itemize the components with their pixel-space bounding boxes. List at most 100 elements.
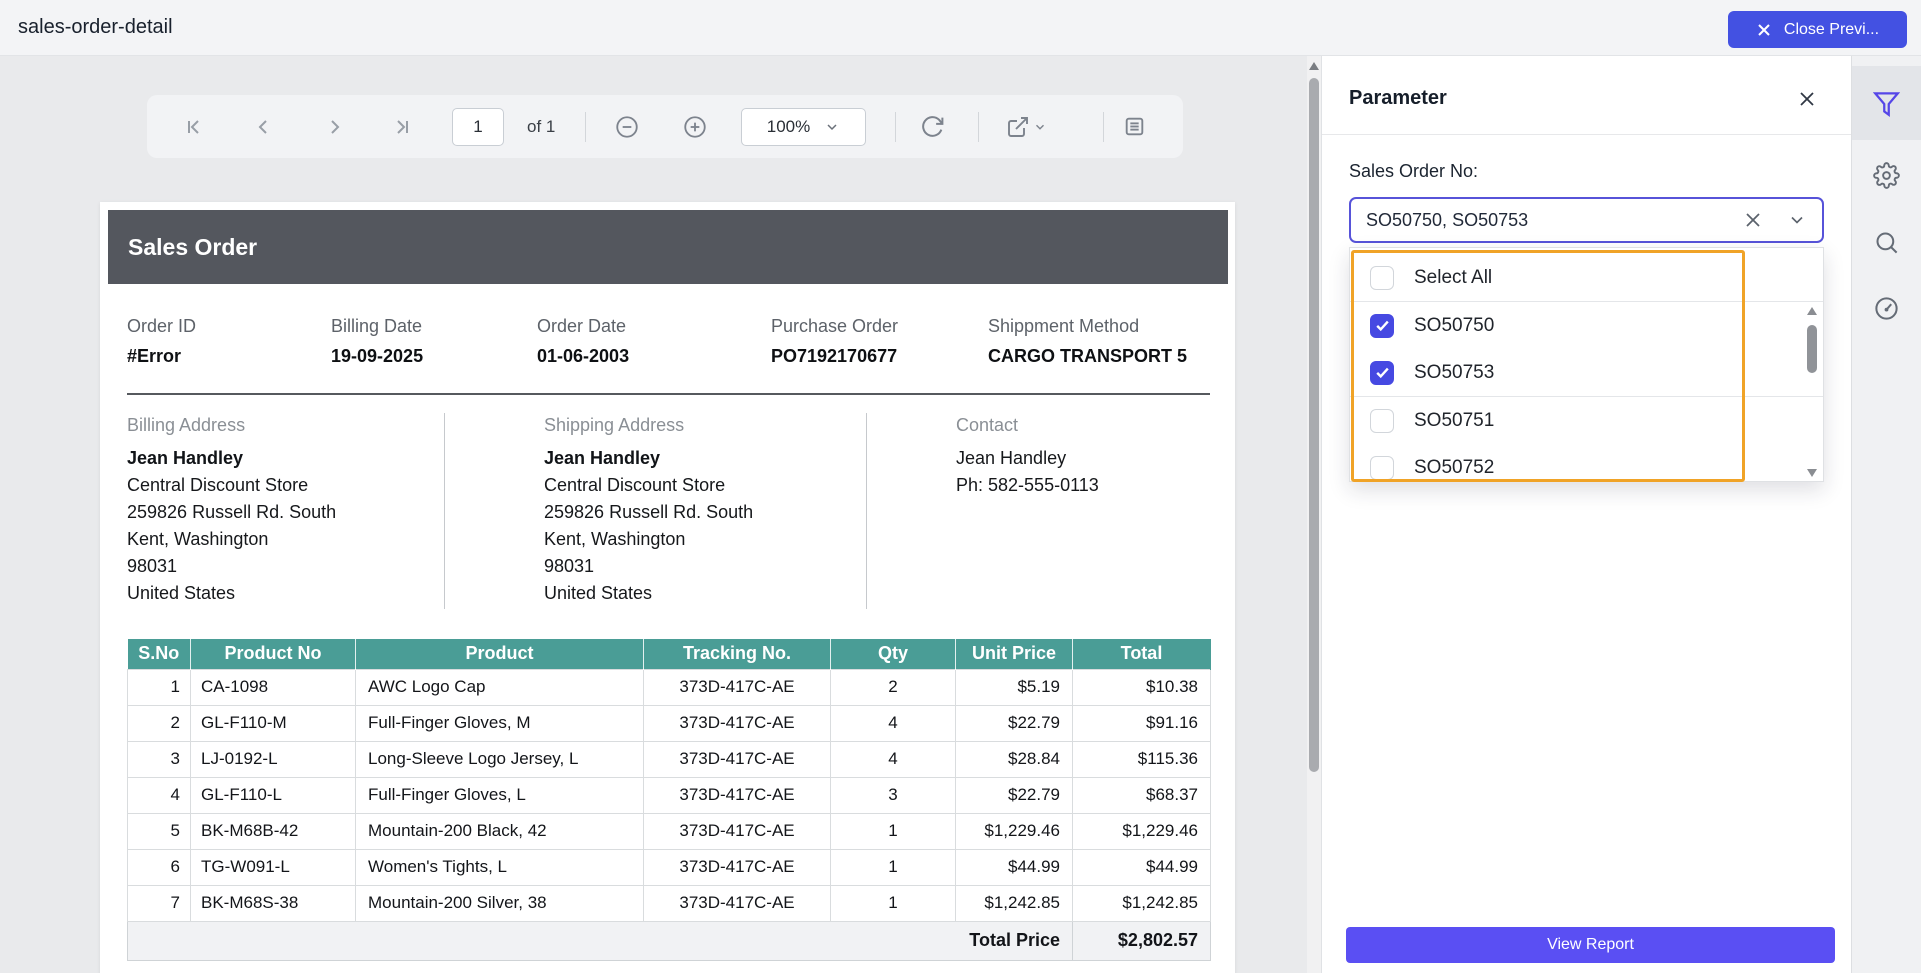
dropdown-scrollbar[interactable] [1805,301,1819,479]
dropdown-item-so50752[interactable]: SO50752 [1350,444,1823,481]
page-title: sales-order-detail [18,16,173,38]
report-toolbar: of 1 100% [147,95,1183,158]
top-bar: sales-order-detail Close Previ... [0,0,1921,56]
sales-order-no-input[interactable]: SO50750, SO50753 [1349,197,1824,243]
column-header: Product No [190,639,356,669]
table-cell: $44.99 [1072,848,1211,886]
table-cell: $68.37 [1072,776,1211,814]
address-line: United States [544,583,653,603]
table-cell: 1 [127,668,191,706]
report-scrollbar[interactable] [1307,56,1321,973]
last-page-icon[interactable] [389,114,415,140]
table-cell: 1 [830,812,956,850]
scrollbar-up-arrow-icon[interactable] [1309,62,1319,70]
refresh-icon[interactable] [919,114,945,140]
option-checkbox[interactable] [1370,408,1394,433]
meta-value: #Error [127,346,182,366]
table-cell: 7 [127,884,191,922]
dropdown-scroll-up-icon[interactable] [1807,307,1817,315]
table-cell: Full-Finger Gloves, M [355,704,644,742]
meta-order-id: Order ID #Error [127,316,331,367]
meta-label: Shippment Method [988,316,1140,336]
sales-order-no-value: SO50750, SO50753 [1366,209,1529,230]
table-cell: 373D-417C-AE [643,668,831,706]
table-header-row: S.No Product No Product Tracking No. Qty… [127,639,1211,669]
zoom-in-icon[interactable] [682,114,708,140]
next-page-icon[interactable] [321,114,347,140]
dropdown-caret-icon[interactable] [1784,207,1810,233]
table-cell: Full-Finger Gloves, L [355,776,644,814]
zoom-level-select[interactable]: 100% [741,108,866,146]
shipping-address-heading: Shipping Address [544,415,685,435]
parameters-filter-tab[interactable] [1852,66,1921,140]
chevron-down-icon [827,124,837,131]
clear-selection-icon[interactable] [1740,207,1766,233]
column-header: Product [355,639,644,669]
view-report-button[interactable]: View Report [1346,927,1835,963]
address-line: 259826 Russell Rd. South [127,502,337,522]
table-cell: TG-W091-L [190,848,356,886]
dropdown-item-so50750[interactable]: SO50750 [1350,302,1823,349]
zoom-out-icon[interactable] [614,114,640,140]
dropdown-list: Select All SO50750 SO50753 SO50751 SO507… [1350,248,1823,481]
main-area: of 1 100% [0,56,1921,973]
table-cell: 373D-417C-AE [643,704,831,742]
table-cell: 4 [830,704,956,742]
toolbar-divider [1103,112,1104,142]
export-icon[interactable] [1005,114,1031,140]
dropdown-item-so50751[interactable]: SO50751 [1350,397,1823,444]
option-checkbox[interactable] [1370,313,1394,338]
contact-block: Contact Jean Handley Ph: 582-555-0113 [866,413,1210,609]
page-count-label: of 1 [527,116,556,136]
contact-heading: Contact [956,415,1019,435]
dropdown-scroll-down-icon[interactable] [1807,469,1817,477]
parameter-panel: Parameter Sales Order No: SO50750, SO507… [1321,56,1851,973]
performance-tab[interactable] [1852,295,1921,322]
table-cell: $1,242.85 [1072,884,1211,922]
export-caret-icon[interactable] [1031,114,1049,140]
table-cell: $44.99 [955,848,1073,886]
table-cell: BK-M68S-38 [190,884,356,922]
scrollbar-thumb[interactable] [1309,78,1319,772]
meta-label: Order Date [537,316,627,336]
parameter-close-icon[interactable] [1795,87,1819,111]
address-line: 259826 Russell Rd. South [544,502,754,522]
dropdown-item-label: SO50752 [1414,456,1495,478]
table-cell: 1 [830,848,956,886]
meta-value: CARGO TRANSPORT 5 [988,346,1188,366]
dropdown-scrollbar-thumb[interactable] [1807,325,1817,373]
first-page-icon[interactable] [181,114,207,140]
billing-address-name: Jean Handley [127,448,244,468]
total-price-label: Total Price [127,920,1073,961]
gear-icon [1873,162,1900,189]
option-checkbox[interactable] [1370,360,1394,385]
page-number-input[interactable] [452,108,504,146]
close-preview-button[interactable]: Close Previ... [1728,11,1907,48]
dropdown-item-select-all[interactable]: Select All [1350,254,1823,301]
table-cell: 2 [127,704,191,742]
table-cell: GL-F110-L [190,776,356,814]
print-icon[interactable] [1121,114,1147,140]
table-cell: 373D-417C-AE [643,884,831,922]
search-tab[interactable] [1852,229,1921,256]
option-checkbox[interactable] [1370,455,1394,480]
dropdown-item-so50753[interactable]: SO50753 [1350,349,1823,396]
total-price-value: $2,802.57 [1072,920,1211,961]
table-cell: 5 [127,812,191,850]
previous-page-icon[interactable] [251,114,277,140]
table-cell: AWC Logo Cap [355,668,644,706]
table-cell: LJ-0192-L [190,740,356,778]
address-line: Central Discount Store [127,475,309,495]
table-cell: Women's Tights, L [355,848,644,886]
toolbar-divider [585,112,586,142]
meta-billing-date: Billing Date 19-09-2025 [331,316,537,367]
meta-value: PO7192170677 [771,346,898,366]
select-all-checkbox[interactable] [1370,265,1394,290]
table-cell: 373D-417C-AE [643,848,831,886]
table-cell: $10.38 [1072,668,1211,706]
table-cell: $5.19 [955,668,1073,706]
table-row: 7 BK-M68S-38 Mountain-200 Silver, 38 373… [127,884,1211,922]
table-total-row: Total Price $2,802.57 [127,920,1211,961]
settings-tab[interactable] [1852,162,1921,189]
table-row: 4 GL-F110-L Full-Finger Gloves, L 373D-4… [127,776,1211,814]
